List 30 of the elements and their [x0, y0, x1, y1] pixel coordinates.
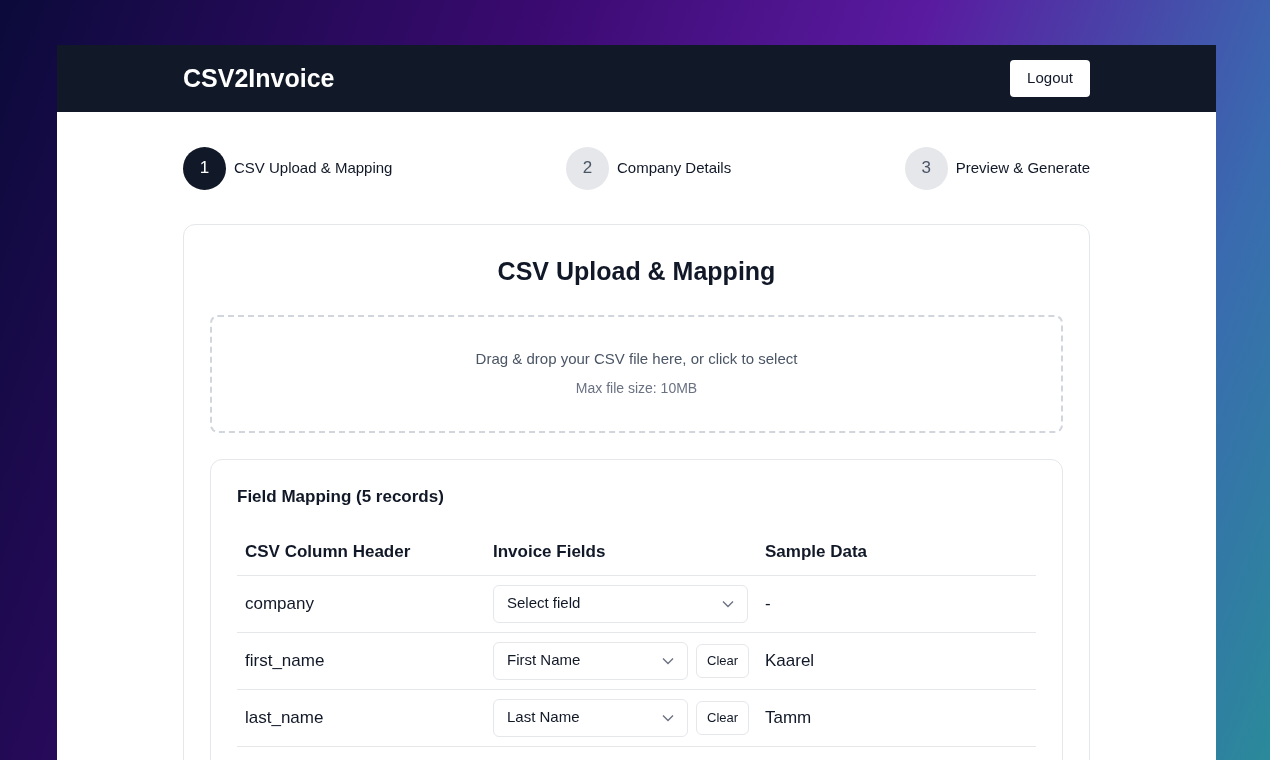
card-title: CSV Upload & Mapping	[496, 256, 777, 287]
table-cell-text: company	[245, 592, 315, 615]
dropzone-hint: Max file size: 10MB	[575, 379, 698, 399]
step-number: 2	[566, 146, 609, 190]
column-header: Invoice Fields	[493, 541, 607, 563]
step-label: CSV Upload & Mapping	[234, 157, 393, 178]
table-cell-text: Tamm	[765, 706, 813, 729]
field-select[interactable]: First Name	[493, 641, 688, 680]
field-select[interactable]: Select field	[493, 584, 748, 623]
step-label: Company Details	[617, 157, 732, 178]
chevron-down-icon	[722, 599, 734, 608]
step-label: Preview & Generate	[955, 157, 1090, 178]
csv-dropzone[interactable]: Drag & drop your CSV file here, or click to select Max file size: 10MB	[210, 314, 1063, 433]
step-number: 3	[904, 146, 948, 190]
field-select[interactable]: Last Name	[493, 698, 688, 737]
table-cell-text: last_name	[245, 706, 325, 729]
logout-button[interactable]: Logout	[1010, 60, 1090, 97]
dropzone-text: Drag & drop your CSV file here, or click to select	[475, 348, 798, 369]
clear-button[interactable]: Clear	[696, 643, 750, 678]
chevron-down-icon	[662, 656, 674, 665]
app-logo: CSV2Invoice	[183, 62, 335, 94]
mapping-title: Field Mapping (5 records)	[237, 485, 445, 508]
step-number: 1	[183, 146, 226, 190]
table-cell-text: first_name	[245, 649, 326, 672]
column-header: Sample Data	[765, 541, 869, 563]
table-cell-text: -	[765, 592, 772, 615]
clear-button[interactable]: Clear	[696, 700, 750, 735]
column-header: CSV Column Header	[245, 541, 412, 563]
table-cell-text: Kaarel	[765, 649, 816, 672]
chevron-down-icon	[662, 713, 674, 722]
